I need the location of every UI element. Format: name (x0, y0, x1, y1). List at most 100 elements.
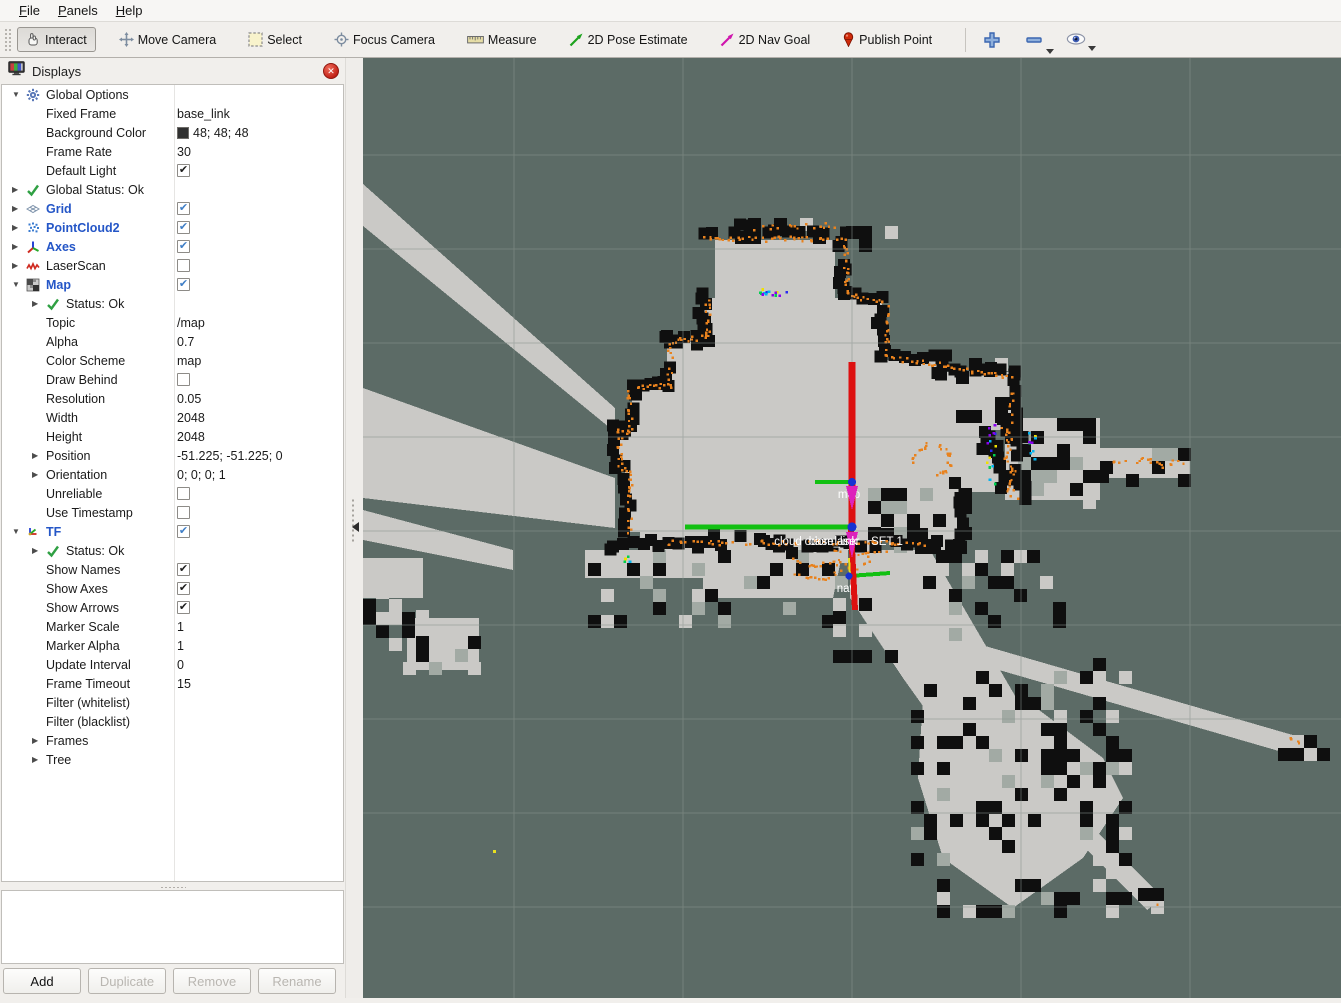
expander-closed-icon[interactable]: ▶ (30, 736, 46, 745)
tree-row-update-interval[interactable]: Update Interval0 (2, 655, 343, 674)
close-icon[interactable]: ✕ (323, 63, 339, 79)
tree-row-frames[interactable]: ▶Frames (2, 731, 343, 750)
row-value[interactable]: 0.05 (177, 392, 201, 406)
expander-closed-icon[interactable]: ▶ (10, 223, 26, 232)
row-checkbox[interactable]: ✔ (177, 525, 190, 538)
row-checkbox[interactable]: ✔ (177, 202, 190, 215)
tree-row-background-color[interactable]: Background Color48; 48; 48 (2, 123, 343, 142)
expander-closed-icon[interactable]: ▶ (10, 185, 26, 194)
tree-row-frame-rate[interactable]: Frame Rate30 (2, 142, 343, 161)
row-checkbox[interactable]: ✔ (177, 582, 190, 595)
expander-closed-icon[interactable]: ▶ (30, 299, 46, 308)
chevron-down-icon[interactable] (1046, 49, 1054, 54)
zoom-in-button[interactable] (976, 28, 1008, 52)
menu-file[interactable]: File (10, 1, 49, 20)
splitter-handle-icon[interactable] (351, 498, 355, 542)
tree-row-show-axes[interactable]: Show Axes✔ (2, 579, 343, 598)
tree-row-laserscan[interactable]: ▶LaserScan (2, 256, 343, 275)
tree-row-tf[interactable]: ▼TF✔ (2, 522, 343, 541)
row-value[interactable]: 1 (177, 620, 184, 634)
add-button[interactable]: Add (3, 968, 81, 994)
tree-row-color-scheme[interactable]: Color Schememap (2, 351, 343, 370)
3d-viewport[interactable]: mapnavcloudodombase_linklaserSET 1 (363, 58, 1341, 998)
tree-row-grid[interactable]: ▶Grid✔ (2, 199, 343, 218)
row-value[interactable]: 15 (177, 677, 191, 691)
tree-row-alpha[interactable]: Alpha0.7 (2, 332, 343, 351)
visibility-button[interactable] (1060, 31, 1092, 49)
row-checkbox[interactable]: ✔ (177, 601, 190, 614)
interact-button[interactable]: Interact (17, 27, 96, 52)
tree-row-width[interactable]: Width2048 (2, 408, 343, 427)
row-value[interactable]: base_link (177, 107, 230, 121)
measure-button[interactable]: Measure (458, 28, 546, 52)
expander-open-icon[interactable]: ▼ (10, 527, 26, 536)
expander-closed-icon[interactable]: ▶ (10, 242, 26, 251)
expander-closed-icon[interactable]: ▶ (10, 261, 26, 270)
row-checkbox[interactable]: ✔ (177, 164, 190, 177)
expander-closed-icon[interactable]: ▶ (30, 546, 46, 555)
menu-panels[interactable]: Panels (49, 1, 107, 20)
row-value[interactable]: 30 (177, 145, 191, 159)
toolbar-drag-handle-icon[interactable] (4, 28, 11, 52)
menu-help[interactable]: Help (107, 1, 152, 20)
tree-row-frame-timeout[interactable]: Frame Timeout15 (2, 674, 343, 693)
tree-row-unreliable[interactable]: Unreliable (2, 484, 343, 503)
row-checkbox[interactable]: ✔ (177, 563, 190, 576)
row-value[interactable]: 0 (177, 658, 184, 672)
tree-row-draw-behind[interactable]: Draw Behind (2, 370, 343, 389)
tree-row-filter-blacklist[interactable]: Filter (blacklist) (2, 712, 343, 731)
tree-row-show-names[interactable]: Show Names✔ (2, 560, 343, 579)
row-value[interactable]: 0; 0; 0; 1 (177, 468, 226, 482)
tree-row-tree[interactable]: ▶Tree (2, 750, 343, 769)
tree-row-marker-scale[interactable]: Marker Scale1 (2, 617, 343, 636)
chevron-down-icon[interactable] (1088, 46, 1096, 51)
nav-goal-button[interactable]: 2D Nav Goal (711, 27, 820, 52)
expander-closed-icon[interactable]: ▶ (30, 755, 46, 764)
row-value[interactable]: map (177, 354, 201, 368)
row-checkbox[interactable] (177, 506, 190, 519)
tree-row-default-light[interactable]: Default Light✔ (2, 161, 343, 180)
expander-open-icon[interactable]: ▼ (10, 90, 26, 99)
tree-row-resolution[interactable]: Resolution0.05 (2, 389, 343, 408)
pose-estimate-button[interactable]: 2D Pose Estimate (560, 27, 697, 52)
publish-point-button[interactable]: Publish Point (833, 27, 941, 52)
row-value[interactable]: 0.7 (177, 335, 194, 349)
row-value[interactable]: 2048 (177, 411, 205, 425)
expander-closed-icon[interactable]: ▶ (10, 204, 26, 213)
tree-row-status-ok[interactable]: ▶Status: Ok (2, 541, 343, 560)
row-checkbox[interactable]: ✔ (177, 278, 190, 291)
tree-row-map[interactable]: ▼Map✔ (2, 275, 343, 294)
tree-row-marker-alpha[interactable]: Marker Alpha1 (2, 636, 343, 655)
color-swatch[interactable] (177, 127, 189, 139)
expander-open-icon[interactable]: ▼ (10, 280, 26, 289)
panel-splitter[interactable] (345, 58, 363, 998)
row-value[interactable]: -51.225; -51.225; 0 (177, 449, 283, 463)
tree-row-fixed-frame[interactable]: Fixed Framebase_link (2, 104, 343, 123)
row-checkbox[interactable] (177, 259, 190, 272)
tree-row-status-ok[interactable]: ▶Status: Ok (2, 294, 343, 313)
expander-closed-icon[interactable]: ▶ (30, 470, 46, 479)
row-checkbox[interactable] (177, 487, 190, 500)
row-value[interactable]: /map (177, 316, 205, 330)
tree-row-axes[interactable]: ▶Axes✔ (2, 237, 343, 256)
tree-row-height[interactable]: Height2048 (2, 427, 343, 446)
tree-row-global-options[interactable]: ▼Global Options (2, 85, 343, 104)
focus-camera-button[interactable]: Focus Camera (325, 27, 444, 52)
tree-row-global-status-ok[interactable]: ▶Global Status: Ok (2, 180, 343, 199)
row-checkbox[interactable] (177, 373, 190, 386)
zoom-out-button[interactable] (1018, 28, 1050, 52)
displays-tree[interactable]: ▼Global OptionsFixed Framebase_linkBackg… (1, 84, 344, 882)
tree-row-orientation[interactable]: ▶Orientation0; 0; 0; 1 (2, 465, 343, 484)
tree-row-filter-whitelist[interactable]: Filter (whitelist) (2, 693, 343, 712)
tree-row-topic[interactable]: Topic/map (2, 313, 343, 332)
row-value[interactable]: 2048 (177, 430, 205, 444)
collapse-arrow-icon[interactable] (352, 522, 359, 532)
expander-closed-icon[interactable]: ▶ (30, 451, 46, 460)
displays-panel-header[interactable]: Displays ✕ (0, 58, 345, 84)
row-value[interactable]: 1 (177, 639, 184, 653)
tree-row-show-arrows[interactable]: Show Arrows✔ (2, 598, 343, 617)
tree-row-pointcloud2[interactable]: ▶PointCloud2✔ (2, 218, 343, 237)
row-checkbox[interactable]: ✔ (177, 221, 190, 234)
row-checkbox[interactable]: ✔ (177, 240, 190, 253)
select-button[interactable]: Select (239, 27, 311, 52)
